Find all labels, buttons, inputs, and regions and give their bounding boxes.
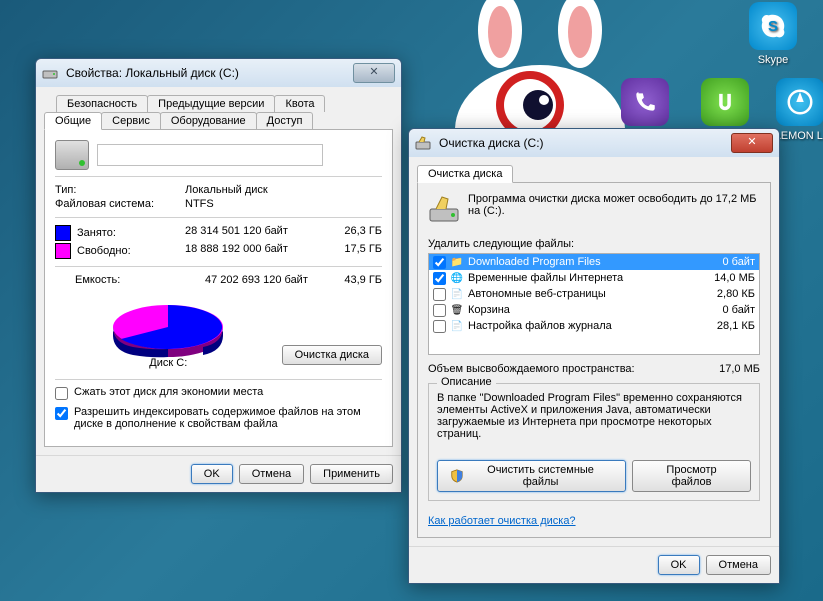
type-value: Локальный диск xyxy=(185,184,382,196)
clean-system-files-label: Очистить системные файлы xyxy=(468,464,613,488)
type-label: Тип: xyxy=(55,184,185,196)
ok-button[interactable]: OK xyxy=(658,555,700,575)
free-bytes: 18 888 192 000 байт xyxy=(185,243,322,259)
item-checkbox[interactable] xyxy=(433,320,446,333)
desktop-icon-skype[interactable]: S Skype xyxy=(738,2,808,66)
tab-security[interactable]: Безопасность xyxy=(56,95,148,112)
item-name: Downloaded Program Files xyxy=(468,256,691,268)
item-name: Автономные веб-страницы xyxy=(468,288,691,300)
properties-window: Свойства: Локальный диск (C:) ✕ Безопасн… xyxy=(35,58,402,493)
item-size: 2,80 КБ xyxy=(695,288,755,300)
used-label: Занято: xyxy=(77,227,116,239)
cleanup-list-label: Удалить следующие файлы: xyxy=(428,238,760,250)
tab-hardware[interactable]: Оборудование xyxy=(160,112,257,129)
index-checkbox[interactable] xyxy=(55,407,68,420)
clean-system-files-button[interactable]: Очистить системные файлы xyxy=(437,460,626,492)
index-checkbox-row[interactable]: Разрешить индексировать содержимое файло… xyxy=(55,406,382,430)
cleanup-window: Очистка диска (C:) ✕ Очистка диска Прогр… xyxy=(408,128,780,584)
disk-cleanup-button[interactable]: Очистка диска xyxy=(282,345,382,365)
properties-title: Свойства: Локальный диск (C:) xyxy=(62,66,353,80)
tab-tools[interactable]: Сервис xyxy=(101,112,161,129)
close-button[interactable]: ✕ xyxy=(353,63,395,83)
free-label: Свободно: xyxy=(77,245,131,257)
list-item[interactable]: 📁 Downloaded Program Files 0 байт xyxy=(429,254,759,270)
total-value: 17,0 МБ xyxy=(719,363,760,375)
cleanup-file-list[interactable]: 📁 Downloaded Program Files 0 байт 🌐 Врем… xyxy=(428,253,760,355)
item-checkbox[interactable] xyxy=(433,256,446,269)
pie-chart xyxy=(103,295,233,355)
description-groupbox: Описание В папке "Downloaded Program Fil… xyxy=(428,383,760,501)
compress-checkbox[interactable] xyxy=(55,387,68,400)
compress-label: Сжать этот диск для экономии места xyxy=(74,386,263,398)
cleanup-intro: Программа очистки диска может освободить… xyxy=(468,193,760,228)
item-name: Временные файлы Интернета xyxy=(468,272,691,284)
globe-icon: 🌐 xyxy=(450,271,464,285)
index-label: Разрешить индексировать содержимое файло… xyxy=(74,406,382,430)
filesystem-label: Файловая система: xyxy=(55,198,185,210)
capacity-label: Емкость: xyxy=(55,274,205,286)
tab-quota[interactable]: Квота xyxy=(274,95,325,112)
page-icon: 📄 xyxy=(450,287,464,301)
view-files-button[interactable]: Просмотр файлов xyxy=(632,460,751,492)
drive-icon xyxy=(42,65,58,81)
list-item[interactable]: 🌐 Временные файлы Интернета 14,0 МБ xyxy=(429,270,759,286)
desktop-icon-label: Skype xyxy=(758,54,789,66)
volume-label-input[interactable] xyxy=(97,144,323,166)
item-checkbox[interactable] xyxy=(433,304,446,317)
capacity-bytes: 47 202 693 120 байт xyxy=(205,274,322,286)
item-checkbox[interactable] xyxy=(433,272,446,285)
cancel-button[interactable]: Отмена xyxy=(706,555,771,575)
item-checkbox[interactable] xyxy=(433,288,446,301)
total-label: Объем высвобождаемого пространства: xyxy=(428,363,719,375)
list-item[interactable]: 📄 Автономные веб-страницы 2,80 КБ xyxy=(429,286,759,302)
close-button[interactable]: ✕ xyxy=(731,133,773,153)
trash-icon: 🗑 xyxy=(450,303,464,317)
folder-icon: 📁 xyxy=(450,255,464,269)
item-name: Настройка файлов журнала xyxy=(468,320,691,332)
how-cleanup-works-link[interactable]: Как работает очистка диска? xyxy=(428,515,576,527)
tab-general[interactable]: Общие xyxy=(44,112,102,130)
free-gb: 17,5 ГБ xyxy=(322,243,382,259)
list-item[interactable]: 📄 Настройка файлов журнала 28,1 КБ xyxy=(429,318,759,334)
used-swatch xyxy=(55,225,71,241)
cancel-button[interactable]: Отмена xyxy=(239,464,304,484)
shield-icon xyxy=(450,469,464,483)
item-size: 0 байт xyxy=(695,304,755,316)
cleanup-titlebar[interactable]: Очистка диска (C:) ✕ xyxy=(409,129,779,157)
used-bytes: 28 314 501 120 байт xyxy=(185,225,322,241)
file-icon: 📄 xyxy=(450,319,464,333)
item-name: Корзина xyxy=(468,304,691,316)
list-item[interactable]: 🗑 Корзина 0 байт xyxy=(429,302,759,318)
compress-checkbox-row[interactable]: Сжать этот диск для экономии места xyxy=(55,386,382,400)
item-size: 0 байт xyxy=(695,256,755,268)
free-swatch xyxy=(55,243,71,259)
drive-large-icon xyxy=(55,140,89,170)
ok-button[interactable]: OK xyxy=(191,464,233,484)
description-legend: Описание xyxy=(437,376,496,388)
capacity-gb: 43,9 ГБ xyxy=(322,274,382,286)
description-text: В папке "Downloaded Program Files" време… xyxy=(437,392,751,448)
general-panel: Тип: Локальный диск Файловая система: NT… xyxy=(44,129,393,447)
tab-cleanup[interactable]: Очистка диска xyxy=(417,165,513,183)
cleanup-title: Очистка диска (C:) xyxy=(435,136,731,150)
filesystem-value: NTFS xyxy=(185,198,382,210)
tab-sharing[interactable]: Доступ xyxy=(256,112,314,129)
used-gb: 26,3 ГБ xyxy=(322,225,382,241)
item-size: 14,0 МБ xyxy=(695,272,755,284)
svg-text:S: S xyxy=(768,18,778,35)
item-size: 28,1 КБ xyxy=(695,320,755,332)
properties-titlebar[interactable]: Свойства: Локальный диск (C:) ✕ xyxy=(36,59,401,87)
apply-button[interactable]: Применить xyxy=(310,464,393,484)
cleanup-icon xyxy=(415,135,431,151)
cleanup-large-icon xyxy=(428,193,460,228)
tab-previous-versions[interactable]: Предыдущие версии xyxy=(147,95,275,112)
